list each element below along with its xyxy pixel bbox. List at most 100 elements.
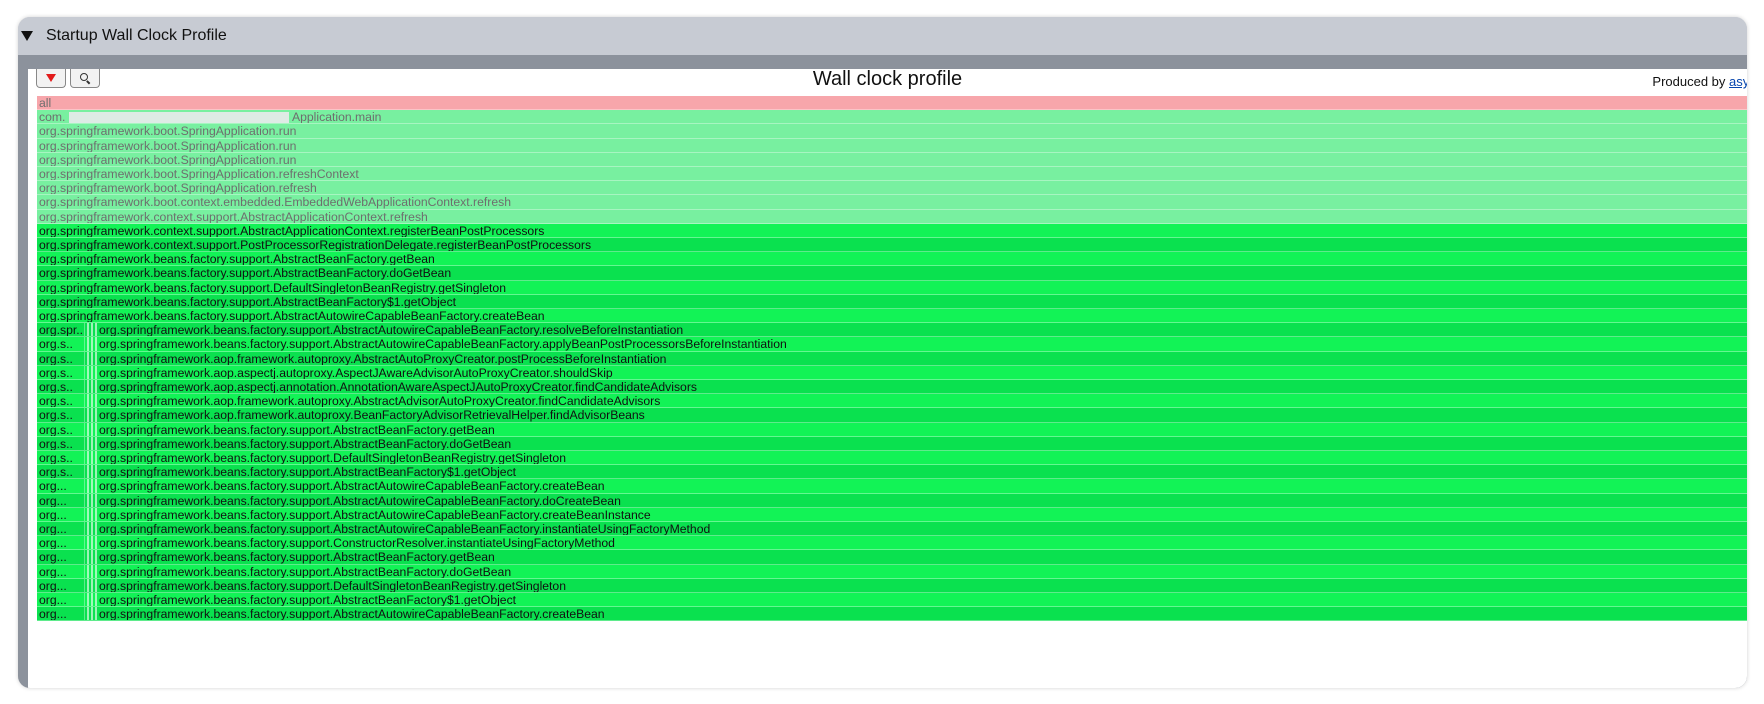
frame-short-segment[interactable]: org... bbox=[37, 507, 85, 521]
async-profiler-link[interactable]: async bbox=[1729, 74, 1747, 89]
flame-frame-row[interactable]: org.springframework.beans.factory.suppor… bbox=[37, 294, 1747, 309]
frame-main-segment[interactable]: org.springframework.aop.framework.autopr… bbox=[97, 352, 1747, 365]
triangle-down-icon[interactable] bbox=[20, 29, 34, 43]
flame-frame-row[interactable]: org.springframework.boot.SpringApplicati… bbox=[37, 167, 1747, 182]
flame-frame-row[interactable]: all bbox=[37, 96, 1747, 111]
frame-main-segment[interactable]: org.springframework.beans.factory.suppor… bbox=[97, 565, 1747, 578]
frame-short-segment[interactable]: org... bbox=[37, 536, 85, 550]
frame-label: org.springframework.beans.factory.suppor… bbox=[99, 493, 621, 507]
frame-main-segment[interactable]: org.springframework.beans.factory.suppor… bbox=[97, 508, 1747, 521]
frame-sliver bbox=[91, 550, 93, 564]
frame-label: org.springframework.beans.factory.suppor… bbox=[99, 507, 651, 521]
flame-frame-row[interactable]: org.springframework.context.support.Abst… bbox=[37, 223, 1747, 238]
frame-main-segment[interactable]: org.springframework.aop.framework.autopr… bbox=[97, 394, 1747, 407]
frame-short-segment[interactable]: org.s.. bbox=[37, 380, 85, 394]
flame-frame-row[interactable]: org... org.springframework.beans.factory.… bbox=[37, 564, 1747, 579]
frame-short-segment[interactable]: org.s.. bbox=[37, 351, 85, 365]
flame-frame-row[interactable]: org.springframework.boot.SpringApplicati… bbox=[37, 124, 1747, 139]
frame-main-segment[interactable]: org.springframework.beans.factory.suppor… bbox=[97, 579, 1747, 592]
frame-main-segment[interactable]: org.springframework.beans.factory.suppor… bbox=[97, 337, 1747, 350]
flame-frame-row[interactable]: org... org.springframework.beans.factory.… bbox=[37, 493, 1747, 508]
flame-frame-row[interactable]: org... org.springframework.beans.factory.… bbox=[37, 593, 1747, 608]
flame-frame-row[interactable]: org... org.springframework.beans.factory.… bbox=[37, 607, 1747, 622]
frame-short-segment[interactable]: org... bbox=[37, 578, 85, 592]
frame-short-segment[interactable]: org.s.. bbox=[37, 465, 85, 479]
frame-short-segment[interactable]: org.s.. bbox=[37, 436, 85, 450]
frame-main-segment[interactable]: org.springframework.beans.factory.suppor… bbox=[97, 536, 1747, 549]
frame-sliver bbox=[87, 351, 89, 365]
frame-short-segment[interactable]: org... bbox=[37, 607, 85, 621]
flame-frame-row[interactable]: org... org.springframework.beans.factory.… bbox=[37, 507, 1747, 522]
frame-short-label: org... bbox=[39, 479, 67, 493]
flame-frame-row[interactable]: org.s.. org.springframework.aop.framework… bbox=[37, 408, 1747, 423]
frame-short-segment[interactable]: org... bbox=[37, 593, 85, 607]
flame-frame-row[interactable]: org... org.springframework.beans.factory.… bbox=[37, 479, 1747, 494]
frame-short-segment[interactable]: org... bbox=[37, 493, 85, 507]
flame-frame-row[interactable]: org.springframework.context.support.Abst… bbox=[37, 209, 1747, 224]
frame-short-segment[interactable]: org.s.. bbox=[37, 394, 85, 408]
flame-frame-row[interactable]: com. Application.main bbox=[37, 110, 1747, 125]
flame-frame-row[interactable]: org.s.. org.springframework.beans.factory… bbox=[37, 436, 1747, 451]
frame-short-segment[interactable]: org... bbox=[37, 522, 85, 536]
frame-main-segment[interactable]: org.springframework.aop.aspectj.annotati… bbox=[97, 380, 1747, 393]
frame-sliver bbox=[87, 365, 89, 379]
frame-main-segment[interactable]: org.springframework.beans.factory.suppor… bbox=[97, 479, 1747, 492]
flame-frame-row[interactable]: org.s.. org.springframework.aop.framework… bbox=[37, 351, 1747, 366]
panel-title: Startup Wall Clock Profile bbox=[46, 27, 227, 44]
frame-short-label: org.s.. bbox=[39, 351, 73, 365]
flame-frame-row[interactable]: org.springframework.beans.factory.suppor… bbox=[37, 280, 1747, 295]
flame-frame-row[interactable]: org.springframework.beans.factory.suppor… bbox=[37, 309, 1747, 324]
frame-main-segment[interactable]: org.springframework.beans.factory.suppor… bbox=[97, 494, 1747, 507]
flame-frame-row[interactable]: org.s.. org.springframework.aop.aspectj.a… bbox=[37, 380, 1747, 395]
frame-main-segment[interactable]: org.springframework.aop.framework.autopr… bbox=[97, 408, 1747, 421]
frame-short-label: org... bbox=[39, 593, 67, 607]
frame-label: org.springframework.beans.factory.suppor… bbox=[99, 479, 605, 493]
frame-main-segment[interactable]: org.springframework.beans.factory.suppor… bbox=[97, 423, 1747, 436]
frame-main-segment[interactable]: org.springframework.beans.factory.suppor… bbox=[97, 437, 1747, 450]
frame-main-segment[interactable]: org.springframework.beans.factory.suppor… bbox=[97, 522, 1747, 535]
flame-frame-row[interactable]: org.springframework.context.support.Post… bbox=[37, 238, 1747, 253]
frame-label: org.springframework.beans.factory.suppor… bbox=[99, 422, 495, 436]
frame-main-segment[interactable]: org.springframework.beans.factory.suppor… bbox=[97, 607, 1747, 620]
flame-frame-row[interactable]: org.s.. org.springframework.beans.factory… bbox=[37, 451, 1747, 466]
frame-label: org.springframework.beans.factory.suppor… bbox=[99, 564, 512, 578]
flame-frame-row[interactable]: org.s.. org.springframework.beans.factory… bbox=[37, 465, 1747, 480]
frame-label: org.springframework.beans.factory.suppor… bbox=[99, 607, 605, 621]
frame-short-segment[interactable]: org.s.. bbox=[37, 337, 85, 351]
frame-label: org.springframework.beans.factory.suppor… bbox=[99, 593, 517, 607]
flame-frame-row[interactable]: org... org.springframework.beans.factory.… bbox=[37, 578, 1747, 593]
flame-frame-row[interactable]: org... org.springframework.beans.factory.… bbox=[37, 536, 1747, 551]
frame-sliver bbox=[87, 323, 89, 337]
frame-label: org.springframework.beans.factory.suppor… bbox=[99, 323, 684, 337]
frame-short-segment[interactable]: org.s.. bbox=[37, 422, 85, 436]
frame-short-segment[interactable]: org.s.. bbox=[37, 451, 85, 465]
flame-frame-row[interactable]: org... org.springframework.beans.factory.… bbox=[37, 550, 1747, 565]
frame-main-segment[interactable]: org.springframework.aop.aspectj.autoprox… bbox=[97, 366, 1747, 379]
flame-frame-row[interactable]: org.springframework.boot.SpringApplicati… bbox=[37, 152, 1747, 167]
frame-main-segment[interactable]: org.springframework.beans.factory.suppor… bbox=[97, 465, 1747, 478]
frame-main-segment[interactable]: org.springframework.beans.factory.suppor… bbox=[97, 451, 1747, 464]
frame-short-segment[interactable]: org.spr.. bbox=[37, 323, 85, 337]
frame-short-segment[interactable]: org... bbox=[37, 479, 85, 493]
flame-frame-row[interactable]: org.s.. org.springframework.aop.framework… bbox=[37, 394, 1747, 409]
frame-short-segment[interactable]: org... bbox=[37, 564, 85, 578]
frame-short-segment[interactable]: org.s.. bbox=[37, 408, 85, 422]
flame-frame-row[interactable]: org.s.. org.springframework.beans.factory… bbox=[37, 337, 1747, 352]
flame-frame-row[interactable]: org.s.. org.springframework.beans.factory… bbox=[37, 422, 1747, 437]
frame-main-segment[interactable]: org.springframework.beans.factory.suppor… bbox=[97, 323, 1747, 336]
flame-frame-row[interactable]: org.springframework.beans.factory.suppor… bbox=[37, 266, 1747, 281]
flame-frame-row[interactable]: org.springframework.boot.SpringApplicati… bbox=[37, 138, 1747, 153]
panel-header[interactable]: Startup Wall Clock Profile bbox=[18, 17, 1747, 55]
frame-sliver bbox=[87, 479, 89, 493]
frame-main-segment[interactable]: org.springframework.beans.factory.suppor… bbox=[97, 593, 1747, 606]
panel-body: Wall clock profile Produced by async all… bbox=[18, 55, 1747, 688]
flame-frame-row[interactable]: org.s.. org.springframework.aop.aspectj.a… bbox=[37, 365, 1747, 380]
flame-frame-row[interactable]: org.springframework.beans.factory.suppor… bbox=[37, 252, 1747, 267]
flame-frame-row[interactable]: org.spr.. org.springframework.beans.facto… bbox=[37, 323, 1747, 338]
flame-frame-row[interactable]: org.springframework.boot.SpringApplicati… bbox=[37, 181, 1747, 196]
frame-short-segment[interactable]: org.s.. bbox=[37, 365, 85, 379]
flame-frame-row[interactable]: org.springframework.boot.context.embedde… bbox=[37, 195, 1747, 210]
frame-main-segment[interactable]: org.springframework.beans.factory.suppor… bbox=[97, 550, 1747, 563]
frame-short-segment[interactable]: org... bbox=[37, 550, 85, 564]
flame-frame-row[interactable]: org... org.springframework.beans.factory.… bbox=[37, 522, 1747, 537]
